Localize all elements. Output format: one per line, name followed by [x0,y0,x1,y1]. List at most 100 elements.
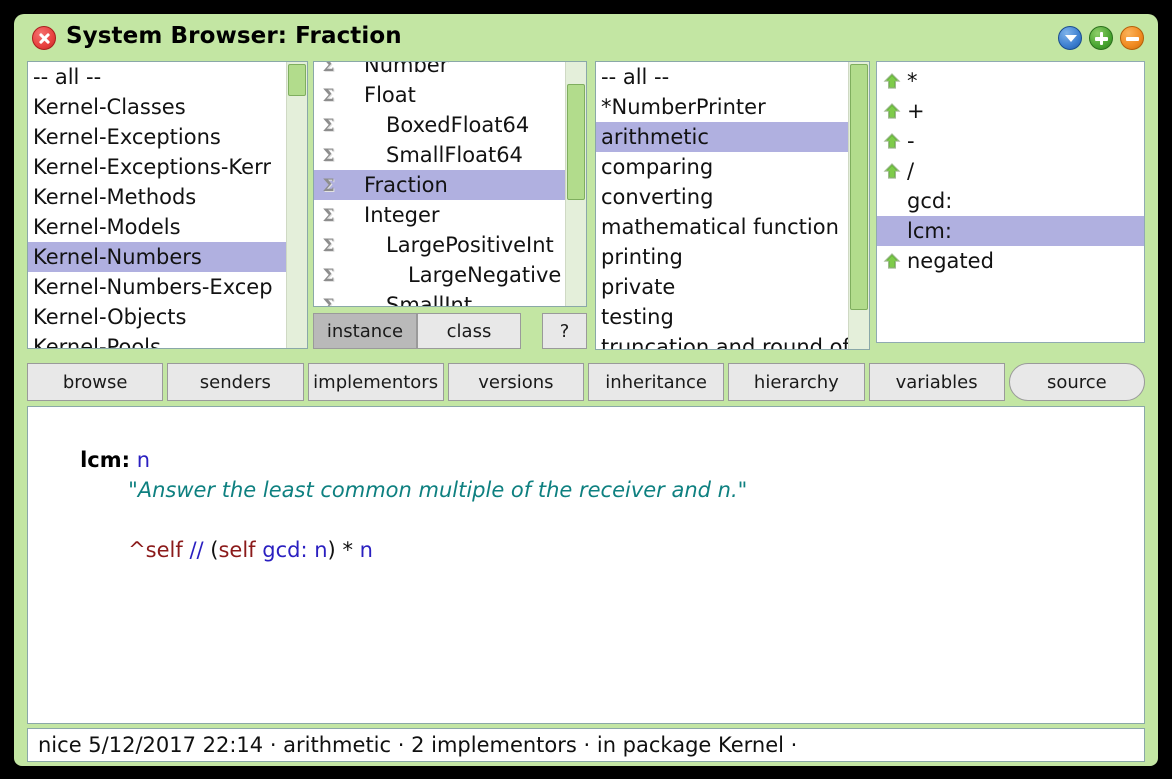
method-name-label: - [907,129,915,153]
protocol-list[interactable]: -- all -- *NumberPrinter arithmetic compari… [596,62,869,349]
class-icon: Σ [322,266,335,286]
package-list-item[interactable]: Kernel-Numbers-Excep [28,272,307,302]
toolbar-button-inheritance[interactable]: inheritance [588,363,725,401]
package-list-item[interactable]: Kernel-Numbers [28,242,307,272]
protocol-list-item[interactable]: *NumberPrinter [596,92,869,122]
class-name-label: SmallInt [386,293,473,307]
toolbar-button-versions[interactable]: versions [447,363,584,401]
close-icon[interactable] [32,26,56,50]
method-argument: n [136,448,150,472]
method-list-item[interactable]: + [877,96,1144,126]
class-scrollbar-thumb[interactable] [567,84,585,200]
protocol-name-label: printing [601,245,683,269]
method-selector: lcm: [80,448,130,472]
package-list-item[interactable]: Kernel-Exceptions-Kerr [28,152,307,182]
class-scrollbar[interactable] [565,62,586,306]
class-icon: Σ [322,146,335,166]
method-list-item[interactable]: * [877,66,1144,96]
protocol-list-item[interactable]: arithmetic [596,122,869,152]
protocol-scrollbar[interactable] [848,62,869,349]
toolbar-button-source[interactable]: source [1008,363,1145,401]
class-list-item[interactable]: Σ LargeNegative [314,260,586,290]
method-list-item[interactable]: gcd: [877,186,1144,216]
class-icon: Σ [322,206,335,226]
protocol-list-item[interactable]: -- all -- [596,62,869,92]
method-list-item[interactable]: - [877,126,1144,156]
toolbar-button-hierarchy[interactable]: hierarchy [728,363,865,401]
class-name-label: Number [364,61,449,77]
class-icon: Σ [322,61,335,76]
class-list-item[interactable]: Σ Integer [314,200,586,230]
class-icon: Σ [322,176,335,196]
toolbar-button-implementors[interactable]: implementors [307,363,444,401]
method-name-label: / [907,159,915,183]
package-name-label: -- all -- [33,65,102,89]
protocol-list-item[interactable]: comparing [596,152,869,182]
package-name-label: Kernel-Numbers-Excep [33,275,273,299]
protocol-scrollbar-thumb[interactable] [850,64,868,310]
protocol-name-label: converting [601,185,714,209]
class-list[interactable]: Σ Number Σ Float Σ BoxedFloat64 Σ SmallFloat64 Σ… [314,61,586,307]
method-name-label: + [907,99,925,123]
package-list-item[interactable]: -- all -- [28,62,307,92]
method-list-item[interactable]: / [877,156,1144,186]
source-token-paren-close: ) [327,538,336,562]
method-name-label: lcm: [907,219,952,243]
protocol-list-item[interactable]: truncation and round off [596,332,869,350]
method-name-label: * [907,69,918,93]
class-list-item[interactable]: Σ SmallInt [314,290,586,307]
class-list-item[interactable]: Σ Float [314,80,586,110]
protocol-list-item[interactable]: converting [596,182,869,212]
package-list-item[interactable]: Kernel-Pools [28,332,307,349]
package-list-item[interactable]: Kernel-Methods [28,182,307,212]
method-list[interactable]: * + - / gcd: lcm: negated [877,62,1144,342]
package-name-label: Kernel-Numbers [33,245,202,269]
class-list-item[interactable]: Σ SmallFloat64 [314,140,586,170]
class-icon: Σ [322,236,335,256]
protocol-list-pane: -- all -- *NumberPrinter arithmetic compari… [595,61,870,350]
class-name-label: LargeNegative [408,263,562,287]
protocol-list-item[interactable]: private [596,272,869,302]
page-title: System Browser: Fraction [66,23,402,49]
source-token-n2: n [359,538,373,562]
source-body-line: ^self // (self gcd: n) * n [40,505,1134,562]
protocol-list-item[interactable]: testing [596,302,869,332]
collapse-icon[interactable] [1120,26,1144,50]
class-name-label: BoxedFloat64 [386,113,530,137]
package-list-item[interactable]: Kernel-Exceptions [28,122,307,152]
package-list-item[interactable]: Kernel-Models [28,212,307,242]
class-side-switch: instance class ? [313,313,587,349]
package-list-item[interactable]: Kernel-Objects [28,302,307,332]
toolbar-button-variables[interactable]: variables [868,363,1005,401]
status-bar: nice 5/12/2017 22:14 · arithmetic · 2 im… [27,728,1145,762]
class-side-button[interactable]: class [417,313,521,349]
source-token-integer-divide: // [189,538,204,562]
instance-side-button[interactable]: instance [313,313,417,349]
class-list-item[interactable]: Σ BoxedFloat64 [314,110,586,140]
protocol-name-label: testing [601,305,674,329]
protocol-name-label: mathematical function [601,215,839,239]
toolbar-button-browse[interactable]: browse [27,363,164,401]
help-button[interactable]: ? [542,313,587,349]
package-scrollbar[interactable] [286,62,307,348]
expand-icon[interactable] [1089,26,1113,50]
package-list-pane: -- all -- Kernel-Classes Kernel-Exceptions… [27,61,308,349]
class-list-item[interactable]: Σ LargePositiveInt [314,230,586,260]
protocol-list-item[interactable]: printing [596,242,869,272]
protocol-list-item[interactable]: mathematical function [596,212,869,242]
class-list-item[interactable]: Σ Number [314,61,586,80]
window-menu-icon[interactable] [1058,26,1082,50]
package-name-label: Kernel-Pools [33,335,161,349]
toolbar-button-senders[interactable]: senders [167,363,304,401]
source-token-self: self [218,538,256,562]
source-code-pane[interactable]: lcm: n "Answer the least common multiple… [27,406,1145,724]
protocol-name-label: truncation and round off [601,335,857,350]
method-list-item[interactable]: negated [877,246,1144,276]
action-toolbar: browse senders implementors versions inherit… [27,363,1145,401]
method-list-item[interactable]: lcm: [877,216,1144,246]
class-list-item[interactable]: Σ Fraction [314,170,586,200]
package-list-item[interactable]: Kernel-Classes [28,92,307,122]
title-bar: System Browser: Fraction [14,14,1158,61]
package-scrollbar-thumb[interactable] [288,64,306,96]
package-list[interactable]: -- all -- Kernel-Classes Kernel-Exceptions… [28,62,307,348]
